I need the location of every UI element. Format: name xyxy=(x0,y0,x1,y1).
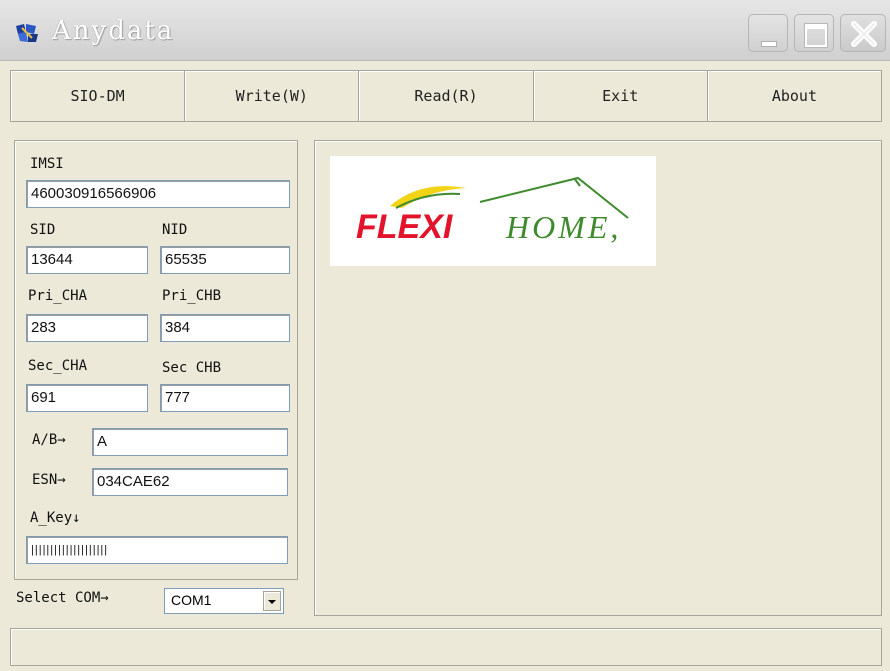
sid-label: SID xyxy=(30,222,56,238)
flexihome-logo: FLEXI HOME, xyxy=(330,156,656,266)
flexihome-logo-graphic: FLEXI HOME, xyxy=(356,176,629,246)
sec-cha-field[interactable]: 691 xyxy=(26,384,148,412)
com-port-value: COM1 xyxy=(171,592,212,608)
pri-chb-label: Pri_CHB xyxy=(162,288,222,304)
sec-chb-field[interactable]: 777 xyxy=(160,384,290,412)
sec-chb-label: Sec CHB xyxy=(162,360,222,376)
ab-label: A/B→ xyxy=(32,432,66,448)
close-icon xyxy=(851,21,877,47)
sid-field[interactable]: 13644 xyxy=(26,246,148,274)
sec-cha-label: Sec_CHA xyxy=(28,358,88,374)
esn-field[interactable]: 034CAE62 xyxy=(92,468,288,496)
logo-home-text: HOME, xyxy=(505,209,621,245)
close-button[interactable] xyxy=(840,14,886,52)
nid-field[interactable]: 65535 xyxy=(160,246,290,274)
write-button[interactable]: Write(W) xyxy=(185,71,360,121)
pri-cha-field[interactable]: 283 xyxy=(26,314,148,342)
chevron-down-icon[interactable] xyxy=(263,591,281,611)
about-button[interactable]: About xyxy=(707,71,882,121)
ab-field[interactable]: A xyxy=(92,428,288,456)
esn-label: ESN→ xyxy=(32,472,66,488)
exit-button[interactable]: Exit xyxy=(533,71,708,121)
status-bar xyxy=(10,628,882,666)
pri-cha-label: Pri_CHA xyxy=(28,288,88,304)
app-logo-icon xyxy=(16,24,38,42)
select-com-label: Select COM→ xyxy=(16,590,109,606)
window-title: Anydata xyxy=(52,16,175,46)
nid-label: NID xyxy=(162,222,188,238)
imsi-field[interactable]: 460030916566906 xyxy=(26,180,290,208)
pri-chb-field[interactable]: 384 xyxy=(160,314,290,342)
maximize-button[interactable] xyxy=(794,14,834,52)
minimize-button[interactable] xyxy=(748,14,788,52)
imsi-label: IMSI xyxy=(30,156,64,172)
minimize-icon xyxy=(761,41,777,47)
app-window: Anydata SIO-DM Write(W) Read(R) Exit Abo… xyxy=(0,0,890,671)
sio-dm-button[interactable]: SIO-DM xyxy=(11,71,186,121)
com-port-select[interactable]: COM1 xyxy=(164,588,284,614)
a-key-label: A_Key↓ xyxy=(30,510,81,526)
maximize-icon xyxy=(805,24,827,47)
a-key-field[interactable]: |||||||||||||||||||| xyxy=(26,536,288,564)
read-button[interactable]: Read(R) xyxy=(359,71,534,121)
toolbar: SIO-DM Write(W) Read(R) Exit About xyxy=(10,70,882,122)
title-bar[interactable]: Anydata xyxy=(0,0,890,61)
logo-flexi-text: FLEXI xyxy=(356,208,454,246)
